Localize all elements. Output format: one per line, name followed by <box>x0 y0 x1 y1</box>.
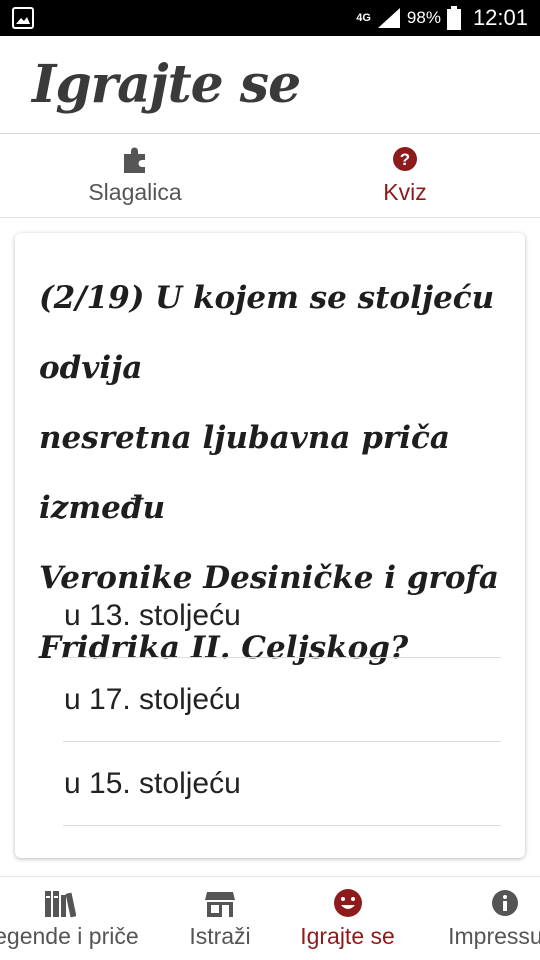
nav-istrazi-label: Istraži <box>189 923 251 949</box>
nav-legende-label: Legende i priče <box>0 923 139 949</box>
tab-slagalica[interactable]: Slagalica <box>0 134 270 218</box>
nav-impressum[interactable]: Impressum <box>425 877 540 960</box>
nav-legende-i-price[interactable]: Legende i priče <box>0 877 160 960</box>
books-icon <box>45 891 76 918</box>
battery-icon <box>446 6 461 30</box>
info-icon <box>492 890 518 916</box>
nav-impressum-label: Impressum <box>448 923 540 949</box>
quiz-card: (2/19) U kojem se stoljeću odvija nesret… <box>15 233 525 858</box>
gallery-notification-icon <box>12 7 34 29</box>
tab-kviz-label: Kviz <box>383 179 427 205</box>
tab-slagalica-label: Slagalica <box>88 179 182 205</box>
nav-igrajte-label: Igrajte se <box>300 923 395 949</box>
question-circle-icon: ? <box>393 147 417 171</box>
clock: 12:01 <box>472 5 528 30</box>
app-header: Igrajte se <box>0 36 540 134</box>
question-line: nesretna ljubavna priča između <box>39 420 450 526</box>
svg-text:?: ? <box>400 150 410 169</box>
game-tabs: Slagalica ? Kviz <box>0 134 540 218</box>
nav-igrajte-se[interactable]: Igrajte se <box>280 877 415 960</box>
nav-istrazi[interactable]: Istraži <box>150 877 290 960</box>
smile-icon <box>333 889 362 917</box>
bottom-navigation: Legende i priče Istraži Igrajte se Impre… <box>0 876 540 960</box>
store-icon <box>205 892 235 917</box>
question-line: (2/19) U kojem se stoljeću odvija <box>39 280 495 386</box>
network-type: 4G <box>356 12 371 24</box>
puzzle-icon <box>124 147 145 173</box>
answer-option[interactable]: u 13. stoljeću <box>63 574 501 658</box>
signal-icon <box>377 8 400 28</box>
battery-percent: 98% <box>406 8 441 27</box>
answer-option[interactable]: u 17. stoljeću <box>63 658 501 742</box>
page-title: Igrajte se <box>32 54 301 115</box>
tab-kviz[interactable]: ? Kviz <box>270 134 540 218</box>
status-bar: 4G 98% 12:01 <box>0 0 540 36</box>
answer-option[interactable]: u 15. stoljeću <box>63 742 501 826</box>
